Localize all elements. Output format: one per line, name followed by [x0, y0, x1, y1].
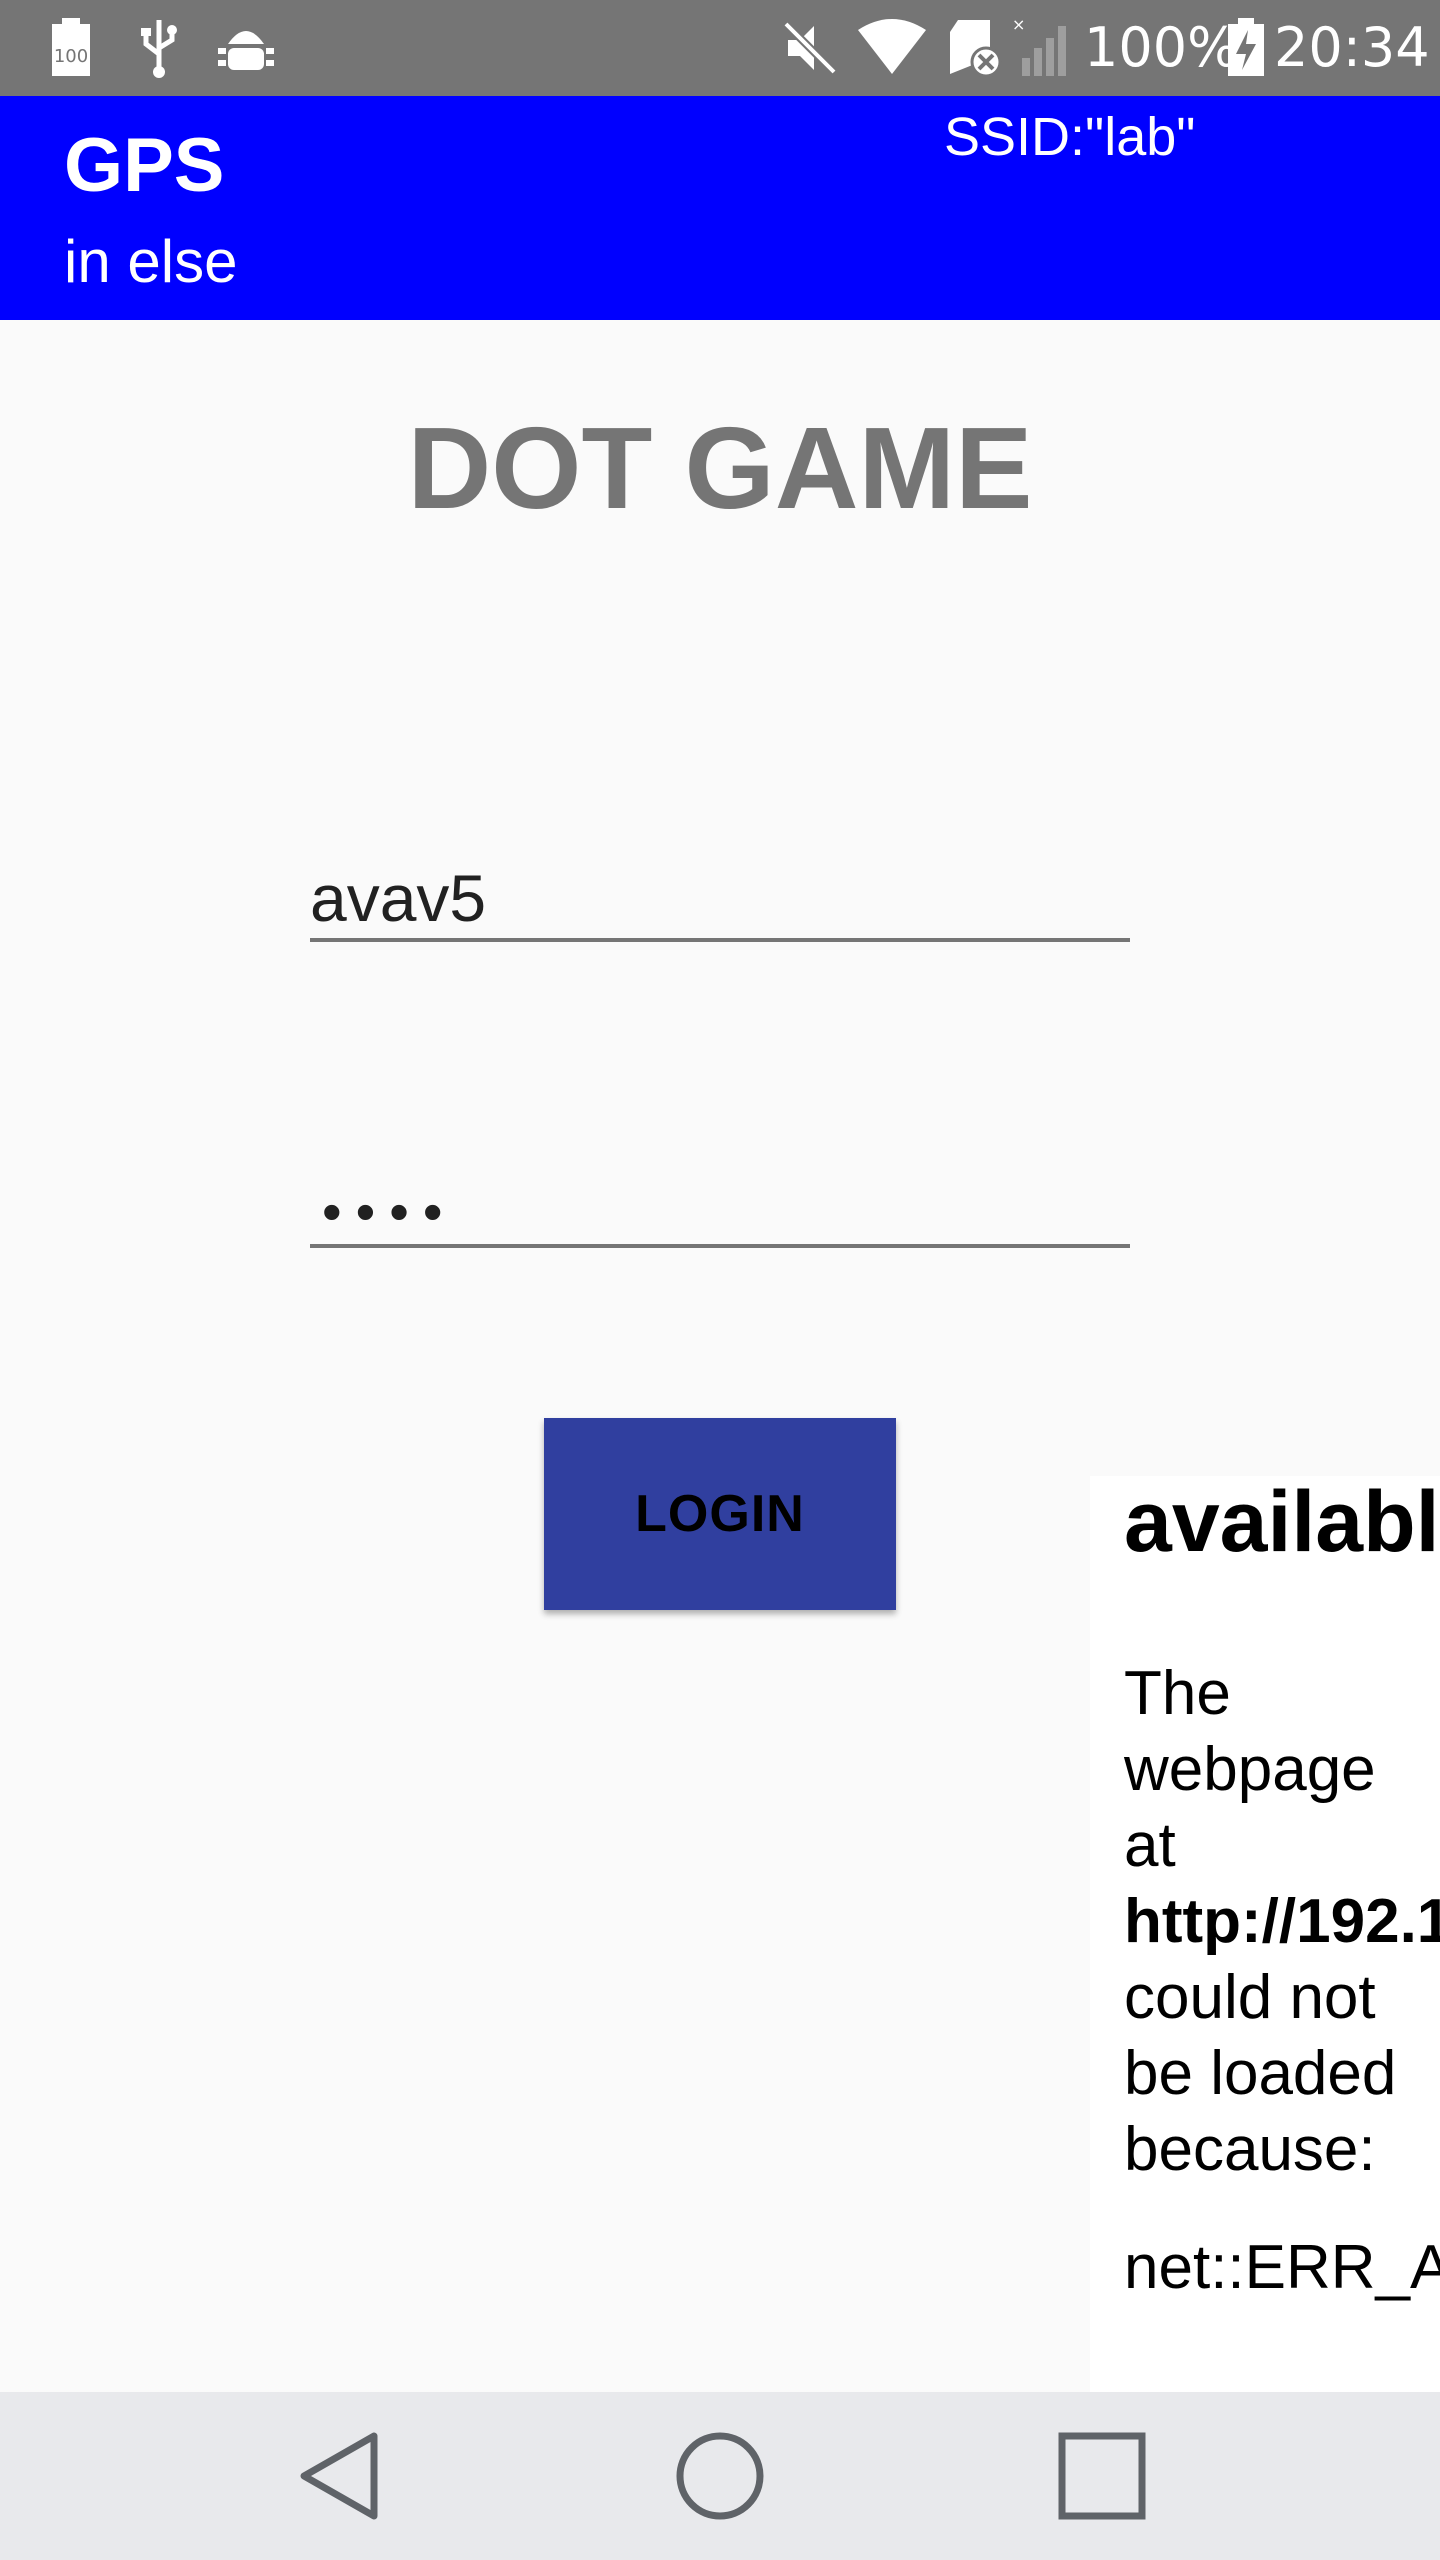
home-icon[interactable]	[672, 2428, 768, 2524]
clock: 20:34	[1274, 16, 1430, 79]
signal-no-service-icon: ×	[1012, 18, 1066, 76]
battery-charging-icon	[1228, 18, 1264, 76]
navigation-bar	[0, 2392, 1440, 2560]
app-bar: GPS in else SSID:"lab"	[0, 96, 1440, 320]
webview-error-reason: could not be loaded because:	[1124, 1963, 1397, 2184]
webview-error-heading: availabl	[1124, 1476, 1440, 1570]
sd-card-icon	[950, 20, 1002, 78]
game-title: DOT GAME	[407, 403, 1033, 533]
webview-error-url: http://192.1	[1124, 1887, 1440, 1956]
svg-text:×: ×	[1012, 18, 1025, 34]
username-input[interactable]	[310, 858, 1130, 942]
webview-error-body: The webpage at http://192.1 could not be…	[1124, 1656, 1440, 2188]
mute-icon	[783, 21, 837, 75]
password-mask: ••••	[322, 1180, 457, 1243]
status-bar: 100 × 100% 20:34	[0, 0, 1440, 96]
ssid-label: SSID:"lab"	[944, 107, 1196, 167]
webview-error-intro: The webpage at	[1124, 1659, 1376, 1880]
app-subtitle: in else	[64, 228, 238, 295]
wifi-icon	[858, 19, 926, 74]
webview-error-panel: availabl The webpage at http://192.1 cou…	[1090, 1476, 1440, 2392]
battery-100-icon: 100	[52, 18, 90, 76]
back-icon[interactable]	[292, 2428, 388, 2524]
app-title: GPS	[64, 123, 225, 208]
usb-icon	[141, 20, 177, 78]
svg-text:100: 100	[54, 46, 88, 67]
webview-error-code: net::ERR_AI	[1124, 2233, 1440, 2302]
battery-percent: 100%	[1084, 16, 1239, 79]
login-button[interactable]: LOGIN	[544, 1418, 896, 1610]
android-debug-icon	[218, 31, 274, 70]
recents-icon[interactable]	[1054, 2428, 1150, 2524]
